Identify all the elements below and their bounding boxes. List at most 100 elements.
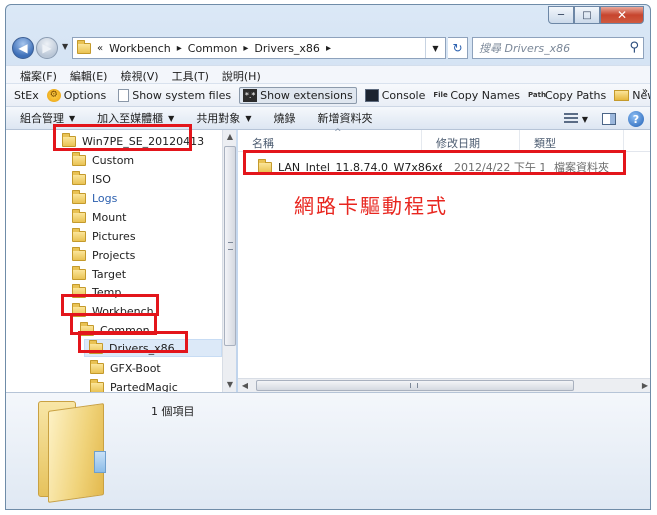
burn-button[interactable]: 燒錄 <box>273 110 295 126</box>
folder-icon <box>72 246 86 261</box>
tree-item-gfx-boot[interactable]: GFX-Boot <box>90 359 161 377</box>
new-folder-command-button[interactable]: 新增資料夾 <box>317 110 372 126</box>
menu-edit[interactable]: 編輯(E) <box>64 66 115 83</box>
breadcrumb-overflow[interactable]: « <box>97 43 103 54</box>
menu-view[interactable]: 檢視(V) <box>114 66 165 83</box>
breadcrumb-chevron-icon[interactable]: ▸ <box>177 43 182 54</box>
tree-item-drivers-x86[interactable]: Drivers_x86 <box>84 339 222 357</box>
console-label: Console <box>381 88 426 102</box>
folder-icon <box>90 359 104 374</box>
scroll-thumb[interactable] <box>224 146 236 346</box>
maximize-button[interactable]: □ <box>574 6 600 24</box>
tree-item-label: Common <box>100 323 150 337</box>
tree-item-iso[interactable]: ISO <box>72 170 111 188</box>
search-input[interactable]: 搜尋 Drivers_x86 ⚲ <box>472 37 644 59</box>
column-type-label: 類型 <box>534 137 556 150</box>
tree-item-logs[interactable]: Logs <box>72 189 117 207</box>
item-count: 1 個項目 <box>151 405 195 418</box>
scroll-left-icon[interactable]: ◀ <box>238 379 252 393</box>
menu-tools[interactable]: 工具(T) <box>166 66 216 83</box>
show-system-files-label: Show system files <box>132 88 232 102</box>
console-button[interactable]: Console <box>364 88 426 102</box>
file-name: LAN_Intel_11.8.74.0_W7x86x64 <box>278 160 442 174</box>
address-bar[interactable]: « Workbench ▸ Common ▸ Drivers_x86 ▸ ▼ <box>72 37 446 59</box>
content-horizontal-scrollbar[interactable]: ◀ ▶ <box>238 378 650 393</box>
folder-icon <box>72 151 86 166</box>
scroll-thumb[interactable] <box>256 380 574 391</box>
column-header-type[interactable]: 類型 <box>520 130 624 152</box>
column-header-date[interactable]: 修改日期 <box>422 130 520 152</box>
extensions-icon: *.* <box>243 88 258 102</box>
forward-button[interactable]: ▶ <box>36 37 58 59</box>
view-options-icon[interactable] <box>563 113 578 125</box>
scroll-up-icon[interactable]: ▲ <box>223 130 237 144</box>
organize-button[interactable]: 組合管理 ▼ <box>20 110 75 126</box>
column-headers: ^ 名稱 修改日期 類型 <box>238 128 650 152</box>
breadcrumb-chevron-icon[interactable]: ▸ <box>326 43 331 54</box>
tree-item-label: Logs <box>92 191 118 205</box>
breadcrumb-chevron-icon[interactable]: ▸ <box>243 43 248 54</box>
menu-help[interactable]: 說明(H) <box>216 66 268 83</box>
show-extensions-button[interactable]: *.* Show extensions <box>239 86 357 104</box>
recent-pages-dropdown[interactable]: ▼ <box>62 42 68 51</box>
address-dropdown[interactable]: ▼ <box>425 38 445 58</box>
chevron-down-icon: ▼ <box>168 113 175 123</box>
caption-buttons: ─ □ ✕ <box>548 6 644 24</box>
folder-icon <box>90 378 104 392</box>
tree-vertical-scrollbar[interactable]: ▲ ▼ <box>222 130 236 392</box>
tree-item-label: Mount <box>92 210 127 224</box>
scroll-down-icon[interactable]: ▼ <box>223 378 237 392</box>
tree-item-mount[interactable]: Mount <box>72 208 126 226</box>
file-list-pane: ^ 名稱 修改日期 類型 LAN_Intel_11.8.74.0_W7x86x64… <box>238 128 650 392</box>
minimize-button[interactable]: ─ <box>548 6 574 24</box>
tree-item-label: Projects <box>92 248 136 262</box>
folder-icon <box>72 265 86 280</box>
scroll-grip <box>410 383 418 388</box>
column-name-label: 名稱 <box>252 137 274 150</box>
tree-item-target[interactable]: Target <box>72 265 126 283</box>
show-system-files-button[interactable]: Show system files <box>118 88 232 102</box>
preview-pane-icon[interactable] <box>602 113 616 125</box>
tree-item-win7pe[interactable]: Win7PE_SE_20120413 <box>62 132 204 150</box>
breadcrumb-common[interactable]: Common <box>188 42 238 55</box>
copy-paths-button[interactable]: Path Copy Paths <box>528 89 606 102</box>
tree-item-label: Pictures <box>92 229 136 243</box>
tree-item-custom[interactable]: Custom <box>72 151 134 169</box>
search-icon[interactable]: ⚲ <box>629 40 639 55</box>
copy-names-button[interactable]: File Copy Names <box>433 89 520 102</box>
folder-icon <box>72 208 86 223</box>
refresh-icon: ↻ <box>452 41 463 55</box>
tree-item-common[interactable]: Common <box>80 321 150 339</box>
tree-item-label: Custom <box>92 153 135 167</box>
breadcrumb-workbench[interactable]: Workbench <box>109 42 171 55</box>
tree-item-pictures[interactable]: Pictures <box>72 227 136 245</box>
menu-bar: 檔案(F) 編輯(E) 檢視(V) 工具(T) 說明(H) <box>6 65 650 83</box>
sort-ascending-icon: ^ <box>334 128 342 138</box>
folder-icon <box>62 132 76 147</box>
tree-item-partedmagic[interactable]: PartedMagic <box>90 378 178 392</box>
share-with-button[interactable]: 共用對象 ▼ <box>196 110 251 126</box>
explorer-window: ─ □ ✕ ◀ ▶ ▼ « Workbench ▸ Common ▸ Drive… <box>5 4 651 510</box>
toolbar-overflow-icon[interactable]: » <box>642 86 648 97</box>
tree-item-projects[interactable]: Projects <box>72 246 135 264</box>
tree-item-label: Drivers_x86 <box>109 341 175 355</box>
list-item[interactable]: LAN_Intel_11.8.74.0_W7x86x64 2012/4/22 下… <box>248 157 634 177</box>
scroll-grip <box>228 242 233 250</box>
back-button[interactable]: ◀ <box>12 37 34 59</box>
help-icon[interactable]: ? <box>628 111 644 127</box>
view-dropdown-icon[interactable]: ▼ <box>582 115 588 124</box>
view-controls: ▼ ? <box>563 111 644 127</box>
tree-item-temp[interactable]: Temp <box>72 283 121 301</box>
add-to-library-button[interactable]: 加入至媒體櫃 ▼ <box>97 110 174 126</box>
file-type: 檔案資料夾 <box>554 161 609 174</box>
close-button[interactable]: ✕ <box>600 6 644 24</box>
organize-label: 組合管理 <box>20 112 64 125</box>
tree-item-workbench[interactable]: Workbench <box>72 302 154 320</box>
options-button[interactable]: ⚙ Options <box>46 88 106 102</box>
folder-icon <box>72 189 86 204</box>
refresh-button[interactable]: ↻ <box>448 37 468 59</box>
column-header-name[interactable]: ^ 名稱 <box>238 128 422 152</box>
breadcrumb-drivers-x86[interactable]: Drivers_x86 <box>254 42 320 55</box>
scroll-right-icon[interactable]: ▶ <box>638 379 650 393</box>
menu-file[interactable]: 檔案(F) <box>14 66 64 83</box>
